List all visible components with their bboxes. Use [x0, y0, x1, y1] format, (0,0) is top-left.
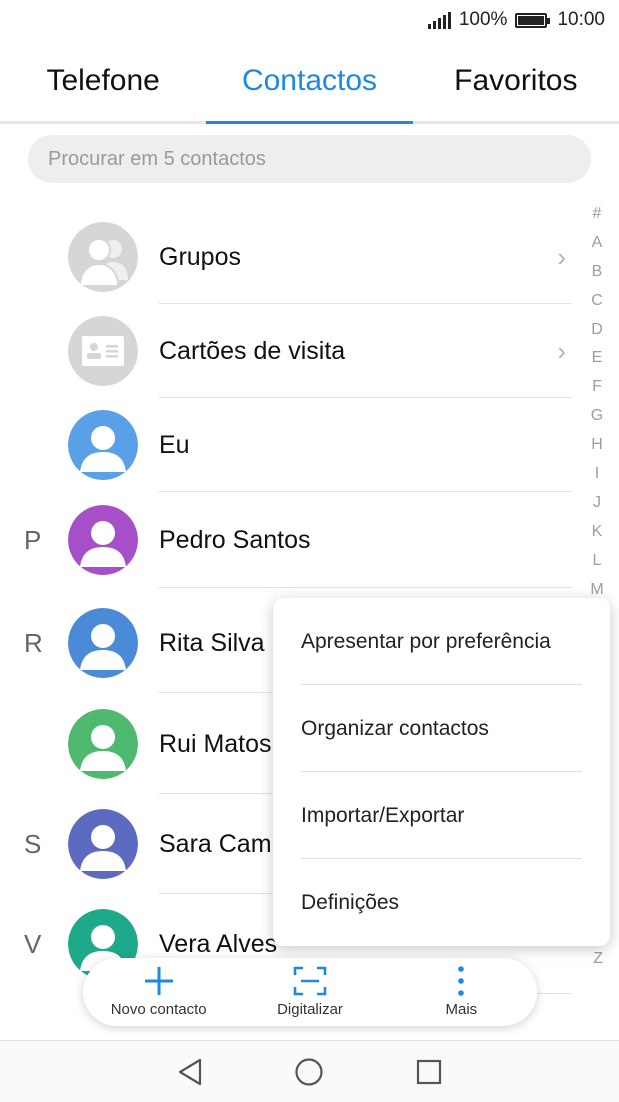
business-cards-row[interactable]: Cartões de visita ›: [0, 304, 580, 398]
search-input[interactable]: [48, 147, 591, 171]
back-icon[interactable]: [170, 1052, 210, 1092]
more-label: Mais: [445, 1001, 478, 1018]
index-letter[interactable]: D: [591, 316, 603, 345]
battery-percent: 100%: [458, 9, 508, 30]
bottom-action-bar: Novo contacto Digitalizar Mais: [83, 958, 537, 1026]
more-button[interactable]: Mais: [386, 958, 537, 1026]
section-letter: R: [24, 627, 43, 658]
business-cards-label: Cartões de visita: [159, 336, 346, 365]
index-letter[interactable]: G: [591, 402, 603, 431]
menu-item-label: Importar/Exportar: [301, 803, 465, 827]
me-label: Eu: [159, 430, 190, 459]
contact-name: Rita Silva: [159, 628, 265, 657]
status-icons: 100% 10:00: [427, 9, 605, 31]
avatar: [68, 608, 138, 678]
plus-icon: [144, 967, 173, 995]
menu-item-sort-by-preference[interactable]: Apresentar por preferência: [273, 598, 610, 685]
search-bar[interactable]: [28, 135, 591, 183]
status-bar: 100% 10:00: [0, 0, 619, 42]
index-letter[interactable]: A: [592, 229, 603, 258]
tab-contactos[interactable]: Contactos: [206, 42, 413, 124]
index-letter[interactable]: K: [592, 518, 603, 547]
home-icon[interactable]: [289, 1052, 329, 1092]
index-letter[interactable]: B: [592, 258, 603, 287]
index-letter-z[interactable]: Z: [593, 950, 603, 968]
overflow-menu: Apresentar por preferência Organizar con…: [273, 598, 610, 946]
index-letter[interactable]: F: [592, 373, 602, 402]
menu-item-label: Organizar contactos: [301, 716, 489, 740]
avatar: [68, 709, 138, 779]
section-letter: S: [24, 828, 42, 859]
alphabet-index[interactable]: # A B C D E F G H I J K L M: [585, 200, 609, 604]
new-contact-button[interactable]: Novo contacto: [83, 958, 234, 1026]
avatar: [68, 809, 138, 879]
groups-row[interactable]: Grupos ›: [0, 210, 580, 304]
me-row[interactable]: Eu: [0, 398, 580, 492]
section-letter: V: [24, 928, 42, 959]
index-letter[interactable]: #: [593, 200, 602, 229]
tab-telefone[interactable]: Telefone: [0, 42, 206, 121]
scan-button[interactable]: Digitalizar: [234, 958, 385, 1026]
divider: [159, 587, 572, 588]
new-contact-label: Novo contacto: [110, 1001, 207, 1018]
chevron-right-icon: ›: [557, 241, 566, 272]
avatar: [68, 505, 138, 575]
section-letter: P: [24, 524, 42, 555]
avatar: [68, 410, 138, 480]
business-card-icon: [68, 316, 138, 386]
index-letter[interactable]: C: [591, 287, 603, 316]
signal-icon: [427, 11, 451, 29]
battery-icon: [515, 12, 551, 28]
clock: 10:00: [557, 9, 605, 30]
contact-row[interactable]: P Pedro Santos: [0, 492, 580, 588]
index-letter[interactable]: I: [595, 460, 599, 489]
menu-item-label: Definições: [301, 890, 400, 914]
groups-label: Grupos: [159, 242, 241, 271]
more-vertical-icon: [458, 966, 465, 996]
menu-item-import-export[interactable]: Importar/Exportar: [273, 772, 610, 859]
tab-favoritos[interactable]: Favoritos: [413, 42, 619, 121]
contact-name: Pedro Santos: [159, 525, 311, 554]
index-letter[interactable]: J: [593, 489, 601, 518]
chevron-right-icon: ›: [557, 335, 566, 366]
scan-icon: [293, 966, 327, 996]
menu-item-label: Apresentar por preferência: [301, 629, 551, 653]
contact-name: Rui Matos: [159, 729, 272, 758]
contact-name: Vera Alves: [159, 929, 278, 958]
recents-icon[interactable]: [409, 1052, 449, 1092]
contact-name: Sara Camp: [159, 829, 286, 858]
index-letter[interactable]: H: [591, 431, 603, 460]
index-letter[interactable]: L: [593, 547, 602, 576]
menu-item-settings[interactable]: Definições: [273, 859, 610, 946]
groups-icon: [68, 222, 138, 292]
navigation-bar: [0, 1040, 619, 1102]
menu-item-organize-contacts[interactable]: Organizar contactos: [273, 685, 610, 772]
tab-bar: Telefone Contactos Favoritos: [0, 42, 619, 124]
index-letter[interactable]: E: [592, 344, 603, 373]
scan-label: Digitalizar: [277, 1001, 343, 1018]
